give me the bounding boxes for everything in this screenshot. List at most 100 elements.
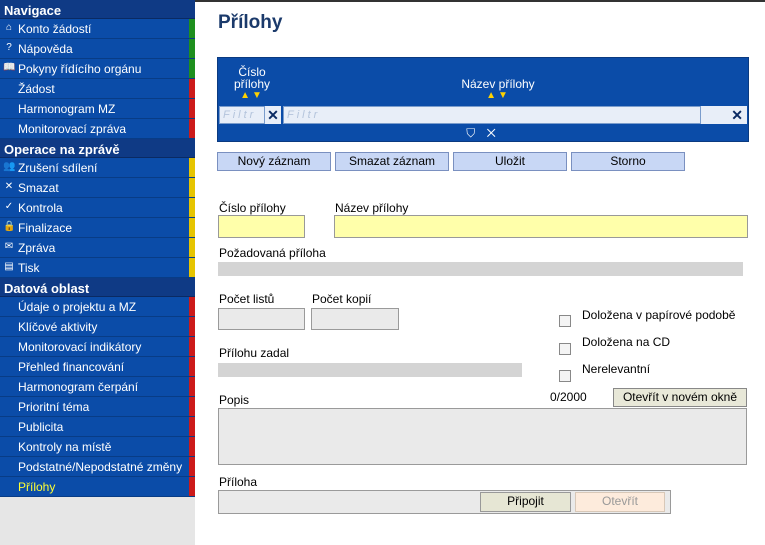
sidebar-item[interactable]: ✕ Smazat (0, 178, 195, 198)
print-icon: ▤ (4, 261, 14, 272)
sidebar-item[interactable]: 📖 Pokyny řídícího orgánu (0, 59, 195, 79)
sidebar-item[interactable]: ✉ Zpráva (0, 238, 195, 258)
sidebar-item[interactable]: Kontroly na místě (0, 437, 195, 457)
sidebar-item[interactable]: Přílohy (0, 477, 195, 497)
section-header: Operace na zprávě (0, 139, 195, 158)
popis-counter: 0/2000 (550, 390, 587, 404)
column-label: Název přílohy (461, 77, 535, 91)
sort-arrows-icon[interactable]: ▲▼ (458, 90, 538, 102)
sidebar-item-label: Konto žádostí (18, 22, 92, 36)
sidebar-item-label: Tisk (18, 261, 40, 275)
pocet-kopii-input[interactable] (311, 308, 399, 330)
popis-label: Popis (219, 393, 250, 407)
sidebar-item-label: Kontrola (18, 201, 63, 215)
sidebar-item[interactable]: ? Nápověda (0, 39, 195, 59)
sidebar-item[interactable]: Klíčové aktivity (0, 317, 195, 337)
prilohu-zadal-value (218, 363, 522, 377)
sidebar-item-label: Finalizace (18, 221, 73, 235)
column-header-cislo[interactable]: Číslo přílohy ▲▼ (222, 66, 282, 102)
nazev-prilohy-input[interactable] (334, 215, 748, 238)
sidebar-item[interactable]: Publicita (0, 417, 195, 437)
sidebar: Navigace ⌂ Konto žádostí? Nápověda 📖 Pokyny ř… (0, 0, 195, 545)
sidebar-item[interactable]: Monitorovací indikátory (0, 337, 195, 357)
sidebar-item-label: Nápověda (18, 42, 73, 56)
page-title: Přílohy (218, 12, 283, 33)
sidebar-item[interactable]: Harmonogram čerpání (0, 377, 195, 397)
filter-input-nazev[interactable]: Filtr (283, 106, 701, 124)
sidebar-item-label: Zrušení sdílení (18, 161, 98, 175)
sidebar-item-label: Pokyny řídícího orgánu (18, 62, 142, 76)
sidebar-item[interactable]: Přehled financování (0, 357, 195, 377)
irrelevant-checkbox[interactable] (559, 370, 571, 382)
pocet-listu-input[interactable] (218, 308, 305, 330)
sidebar-item[interactable]: ▤ Tisk (0, 258, 195, 278)
nazev-prilohy-label: Název přílohy (335, 201, 409, 215)
open-in-new-window-button[interactable]: Otevřít v novém okně (613, 388, 747, 407)
sidebar-item[interactable]: Podstatné/Nepodstatné změny (0, 457, 195, 477)
filter-clear-icon[interactable]: ✕ (701, 106, 747, 124)
filter-input-cislo[interactable]: Filtr (219, 106, 265, 124)
sidebar-item-label: Přehled financování (18, 360, 125, 374)
main-panel: Přílohy Číslo přílohy ▲▼ Název přílohy ▲… (195, 2, 765, 545)
delete-icon: ✕ (4, 181, 14, 192)
pocet-listu-label: Počet listů (219, 292, 275, 306)
sidebar-item-label: Zpráva (18, 241, 56, 255)
sidebar-item[interactable]: 👥 Zrušení sdílení (0, 158, 195, 178)
paper-copy-checkbox[interactable] (559, 315, 571, 327)
save-button[interactable]: Uložit (453, 152, 567, 171)
sidebar-item-label: Monitorovací indikátory (18, 340, 142, 354)
pozadovana-priloha-label: Požadovaná příloha (219, 246, 326, 260)
cancel-button[interactable]: Storno (571, 152, 685, 171)
open-file-button[interactable]: Otevřít (575, 492, 665, 512)
sidebar-item[interactable]: ⌂ Konto žádostí (0, 19, 195, 39)
column-header-nazev[interactable]: Název přílohy ▲▼ (458, 78, 538, 102)
sidebar-item-label: Údaje o projektu a MZ (18, 300, 137, 314)
sidebar-item-label: Podstatné/Nepodstatné změny (18, 460, 183, 474)
filter-clear-icon[interactable]: ✕ (265, 106, 281, 124)
sidebar-item[interactable]: Harmonogram MZ (0, 99, 195, 119)
sidebar-item[interactable]: Prioritní téma (0, 397, 195, 417)
pocet-kopii-label: Počet kopií (312, 292, 372, 306)
paper-copy-label: Doložena v papírové podobě (582, 308, 736, 322)
prilohu-zadal-label: Přílohu zadal (219, 346, 290, 360)
sidebar-item-label: Monitorovací zpráva (18, 122, 127, 136)
sidebar-item-label: Klíčové aktivity (18, 320, 98, 334)
sidebar-item-label: Přílohy (18, 480, 56, 494)
section-header: Datová oblast (0, 278, 195, 297)
sidebar-item-label: Kontroly na místě (18, 440, 112, 454)
check-icon: ✓ (4, 201, 14, 212)
cislo-prilohy-label: Číslo přílohy (219, 201, 286, 215)
sidebar-item[interactable]: ✓ Kontrola (0, 198, 195, 218)
sidebar-item[interactable]: Údaje o projektu a MZ (0, 297, 195, 317)
new-record-button[interactable]: Nový záznam (217, 152, 331, 171)
book-icon: 📖 (3, 62, 16, 73)
sidebar-item-label: Smazat (18, 181, 59, 195)
users-icon: 👥 (3, 161, 16, 172)
help-icon: ? (6, 42, 12, 53)
cd-copy-label: Doložena na CD (582, 335, 671, 349)
irrelevant-label: Nerelevantní (582, 362, 651, 376)
sidebar-item[interactable]: 🔒 Finalizace (0, 218, 195, 238)
attachments-grid: Číslo přílohy ▲▼ Název přílohy ▲▼ Filtr … (217, 57, 749, 142)
cd-copy-checkbox[interactable] (559, 343, 571, 355)
sort-arrows-icon[interactable]: ▲▼ (222, 90, 282, 102)
mail-icon: ✉ (4, 241, 14, 252)
sidebar-item-label: Žádost (18, 82, 55, 96)
priloha-label: Příloha (219, 475, 258, 489)
section-header: Navigace (0, 0, 195, 19)
pozadovana-priloha-value (218, 262, 743, 276)
attach-button[interactable]: Připojit (480, 492, 571, 512)
sidebar-item[interactable]: Monitorovací zpráva (0, 119, 195, 139)
sidebar-item[interactable]: Žádost (0, 79, 195, 99)
cislo-prilohy-input[interactable] (218, 215, 305, 238)
popis-textarea[interactable] (218, 408, 747, 465)
home-icon: ⌂ (5, 22, 13, 33)
column-label-line2: přílohy (233, 77, 271, 91)
delete-record-button[interactable]: Smazat záznam (335, 152, 449, 171)
sidebar-item-label: Harmonogram MZ (18, 102, 116, 116)
sidebar-item-label: Prioritní téma (18, 400, 90, 414)
lock-icon: 🔒 (3, 221, 16, 232)
sidebar-item-label: Publicita (18, 420, 64, 434)
sidebar-item-label: Harmonogram čerpání (18, 380, 139, 394)
filter-toggle-icon[interactable]: ⛉ ✕ (218, 126, 748, 141)
